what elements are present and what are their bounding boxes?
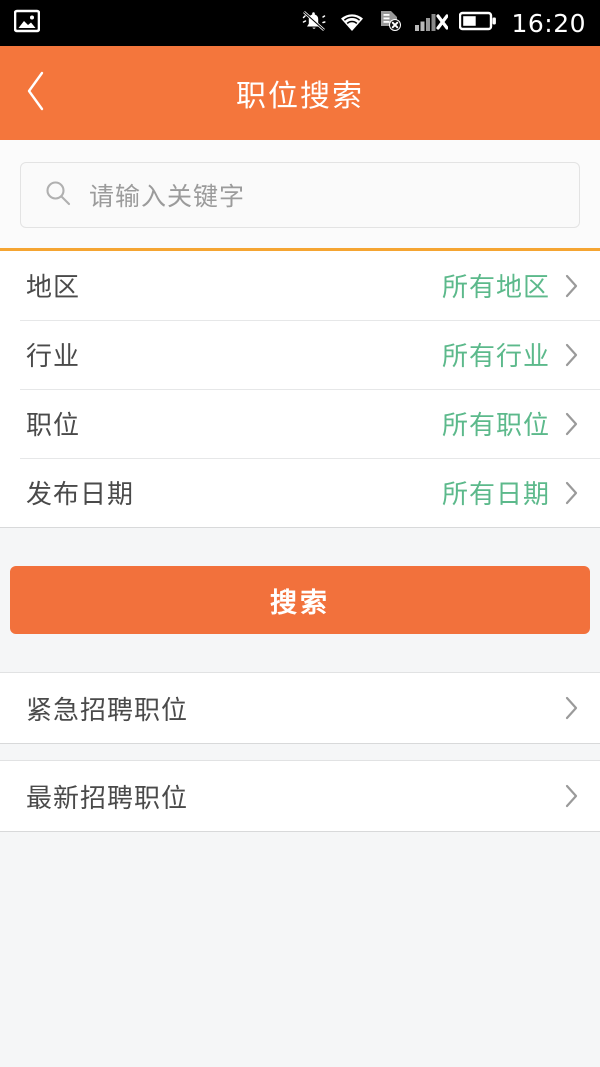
app-screen: 16:20 职位搜索 请输入关键字 地区 所有地区 行业 所有行业 职位 所有职… [0,0,600,1067]
filter-label: 地区 [26,273,81,303]
filter-row-position[interactable]: 职位 所有职位 [0,389,600,458]
signal-bars-no-service-icon [414,9,450,37]
search-input[interactable]: 请输入关键字 [20,162,580,228]
filter-value: 所有职位 [441,411,550,441]
quick-link-latest-group: 最新招聘职位 [0,760,600,832]
filter-row-publish-date[interactable]: 发布日期 所有日期 [0,458,600,527]
filter-value: 所有日期 [441,480,550,510]
chevron-right-icon [564,411,580,437]
battery-half-icon [459,10,497,36]
filter-label: 发布日期 [26,480,135,510]
search-button-zone: 搜索 [0,528,600,672]
chevron-left-icon [23,69,49,117]
status-bar: 16:20 [0,0,600,46]
chevron-right-icon [564,342,580,368]
chevron-right-icon [564,273,580,299]
chevron-right-icon [564,782,580,810]
filter-label: 职位 [26,411,81,441]
status-bar-clock: 16:20 [511,8,586,38]
filter-value: 所有行业 [441,342,550,372]
search-placeholder: 请输入关键字 [89,182,246,211]
sim-card-error-icon [377,8,403,38]
quick-link-latest-jobs[interactable]: 最新招聘职位 [0,761,600,831]
quick-link-urgent-group: 紧急招聘职位 [0,672,600,744]
list-gap [0,744,600,760]
back-button[interactable] [0,46,72,140]
chevron-right-icon [564,694,580,722]
search-icon [43,178,73,212]
quick-link-label: 紧急招聘职位 [26,695,189,726]
filter-row-region[interactable]: 地区 所有地区 [0,251,600,320]
quick-link-urgent-jobs[interactable]: 紧急招聘职位 [0,673,600,743]
chevron-right-icon [564,480,580,506]
filter-value: 所有地区 [441,273,550,303]
quick-link-label: 最新招聘职位 [26,783,189,814]
filter-row-industry[interactable]: 行业 所有行业 [0,320,600,389]
status-bar-right: 16:20 [301,8,586,38]
search-button[interactable]: 搜索 [10,566,590,634]
bell-mute-icon [301,8,327,38]
photo-icon [13,9,41,37]
search-section: 请输入关键字 [0,140,600,251]
page-title: 职位搜索 [236,79,364,114]
filter-label: 行业 [26,342,81,372]
status-bar-left [13,9,41,37]
filter-list: 地区 所有地区 行业 所有行业 职位 所有职位 发布日期 所有日期 [0,251,600,527]
wifi-icon [338,10,366,37]
app-header: 职位搜索 [0,46,600,140]
